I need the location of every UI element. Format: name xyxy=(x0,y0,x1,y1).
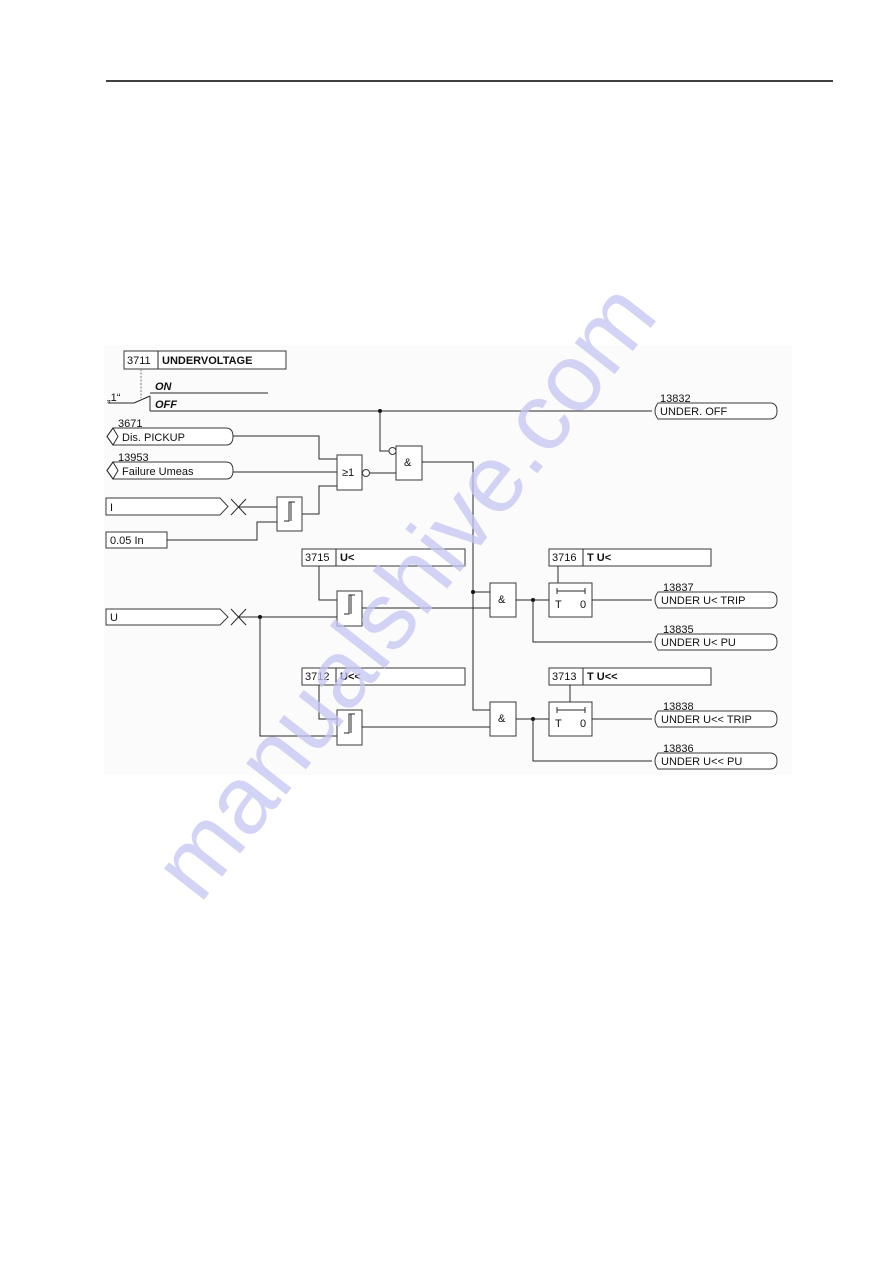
setting-address: 3716 xyxy=(552,552,576,564)
timer-u-less: T 0 xyxy=(548,582,593,618)
setting-box-t-u-less: 3716 T U< xyxy=(548,548,712,567)
output-label: UNDER U<< PU xyxy=(661,756,742,768)
input-label: U xyxy=(110,612,118,624)
page-canvas: 3711 UNDERVOLTAGE „1“ ON OFF 13832 UNDER… xyxy=(104,80,833,918)
manual-page: 3711 UNDERVOLTAGE „1“ ON OFF 13832 UNDER… xyxy=(0,0,893,1263)
timer-t-label: T xyxy=(555,599,562,611)
and-gate-symbol: & xyxy=(498,713,506,725)
output-label: UNDER. OFF xyxy=(660,406,728,418)
or-gate-symbol: ≥1 xyxy=(342,467,354,479)
setting-address: 3711 xyxy=(127,355,151,367)
threshold-block-current xyxy=(276,496,303,532)
output-label: UNDER U< TRIP xyxy=(661,595,745,607)
setting-name: T U<< xyxy=(587,671,618,683)
input-label: I xyxy=(110,502,113,514)
setting-name: T U< xyxy=(587,552,611,564)
input-current-threshold: 0.05 In xyxy=(105,531,168,549)
setting-name: UNDERVOLTAGE xyxy=(162,355,252,367)
setting-box-t-u-less-less: 3713 T U<< xyxy=(548,667,712,686)
input-label: Dis. PICKUP xyxy=(122,432,185,444)
setting-box-undervoltage: 3711 UNDERVOLTAGE xyxy=(123,350,287,370)
setting-name: U< xyxy=(340,552,354,564)
input-label: 0.05 In xyxy=(110,535,144,547)
switch-on-label: ON xyxy=(155,381,173,393)
input-label: Failure Umeas xyxy=(122,466,194,478)
and-gate-symbol: & xyxy=(404,457,412,469)
switch-off-label: OFF xyxy=(155,399,177,411)
timer-zero-label: 0 xyxy=(580,718,586,730)
timer-u-less-less: T 0 xyxy=(548,701,593,737)
timer-zero-label: 0 xyxy=(580,599,586,611)
const-one-label: „1“ xyxy=(107,392,121,404)
timer-t-label: T xyxy=(555,718,562,730)
setting-address: 3715 xyxy=(305,552,329,564)
and-gate-u-less-less: & xyxy=(489,701,517,737)
setting-address: 3713 xyxy=(552,671,576,683)
output-label: UNDER U< PU xyxy=(661,637,736,649)
and-gate-symbol: & xyxy=(498,594,506,606)
output-label: UNDER U<< TRIP xyxy=(661,714,752,726)
and-gate-u-less: & xyxy=(489,582,517,618)
